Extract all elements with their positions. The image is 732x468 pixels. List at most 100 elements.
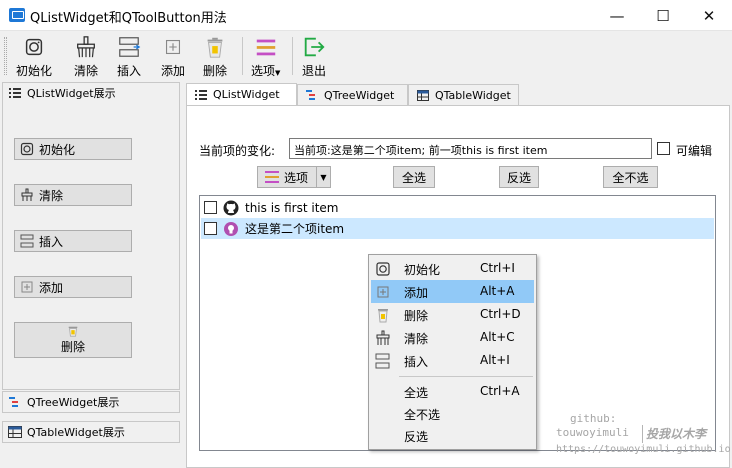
dock-tree-title-label: QTreeWidget展示: [27, 396, 120, 409]
toolbar-clear-button[interactable]: 清除: [73, 35, 99, 79]
menu-item-shortcut: Alt+I: [480, 353, 510, 367]
item-checkbox[interactable]: [204, 222, 217, 235]
toolbar-delete-button[interactable]: 删除: [202, 35, 228, 79]
menu-item-init[interactable]: 初始化 Ctrl+I: [371, 257, 534, 280]
add-icon: [165, 39, 181, 55]
init-icon: [20, 142, 34, 156]
menu-item-select-all[interactable]: 全选 Ctrl+A: [371, 380, 534, 403]
select-none-button[interactable]: 全不选: [603, 166, 658, 188]
toolbar-init-label: 初始化: [16, 64, 53, 78]
main-toolbar: 初始化 清除 插入 添加 删除 选项▼ 退出: [0, 31, 732, 81]
toolbar-add-button[interactable]: 添加: [160, 35, 186, 79]
toolbar-insert-label: 插入: [116, 64, 141, 78]
list-item-text: 这是第二个项item: [245, 222, 345, 236]
current-item-label: 当前项的变化:: [199, 144, 276, 158]
dock-table-title-label: QTableWidget展示: [27, 426, 125, 439]
delete-icon: [378, 309, 388, 323]
insert-icon: [119, 37, 141, 57]
tab-list-widget[interactable]: QListWidget: [186, 83, 297, 105]
menu-item-delete[interactable]: 删除 Ctrl+D: [371, 303, 534, 326]
dock-table-title[interactable]: QTableWidget展示: [2, 421, 180, 443]
watermark-line2: touwoyimuli: [556, 426, 629, 439]
toolbar-init-button[interactable]: 初始化: [16, 35, 52, 79]
menu-item-label: 全选: [404, 386, 429, 400]
toolbar-delete-label: 删除: [202, 64, 227, 78]
menu-item-label: 全不选: [404, 408, 441, 422]
table-icon: [417, 89, 429, 101]
current-item-field[interactable]: 当前项:这是第二个项item; 前一项this is first item: [289, 138, 652, 159]
menu-item-invert[interactable]: 反选: [371, 424, 534, 447]
list-icon: [195, 90, 207, 100]
toolbar-exit-button[interactable]: 退出: [301, 35, 327, 79]
tab-tree-widget[interactable]: QTreeWidget: [297, 84, 408, 105]
add-icon: [21, 281, 33, 293]
menu-item-label: 清除: [404, 332, 429, 346]
menu-item-label: 初始化: [404, 263, 441, 277]
clear-icon: [376, 330, 390, 345]
menu-item-shortcut: Alt+A: [480, 284, 515, 298]
list-item-text: this is first item: [245, 200, 339, 215]
init-icon: [25, 38, 43, 56]
toolbar-options-button[interactable]: 选项▼: [251, 35, 280, 79]
menu-item-shortcut: Ctrl+D: [480, 307, 521, 321]
context-menu: 初始化 Ctrl+I 添加 Alt+A 删除 Ctrl+D 清除 Alt+C 插…: [368, 254, 537, 450]
list-icon: [9, 88, 21, 98]
dock-delete-button[interactable]: 删除: [14, 322, 132, 358]
options-tool-button[interactable]: 选项 ▼: [257, 166, 331, 188]
menu-item-label: 删除: [404, 309, 429, 323]
close-button[interactable]: ✕: [686, 0, 732, 31]
watermark-line1: github:: [570, 412, 617, 425]
toolbar-grip[interactable]: [4, 37, 7, 75]
minimize-button[interactable]: —: [594, 0, 640, 31]
dock-list-title[interactable]: QListWidget展示: [2, 82, 180, 104]
dock-insert-button[interactable]: 插入: [14, 230, 132, 252]
toolbar-separator: [242, 37, 243, 75]
editable-label: 可编辑: [676, 144, 713, 158]
select-all-button[interactable]: 全选: [393, 166, 435, 188]
maximize-button[interactable]: ☐: [640, 0, 686, 31]
menu-item-shortcut: Alt+C: [480, 330, 515, 344]
dock-delete-label: 删除: [60, 340, 85, 354]
menu-item-clear[interactable]: 清除 Alt+C: [371, 326, 534, 349]
insert-icon: [20, 234, 34, 248]
watermark-signature: 投我以木李: [646, 427, 707, 441]
toolbar-insert-button[interactable]: 插入: [116, 35, 142, 79]
list-item[interactable]: 这是第二个项item: [201, 218, 714, 239]
delete-icon: [68, 326, 78, 337]
invert-selection-button[interactable]: 反选: [499, 166, 539, 188]
delete-icon: [207, 37, 223, 58]
tab-table-widget[interactable]: QTableWidget: [408, 84, 519, 105]
window-title: QListWidget和QToolButton用法: [30, 11, 227, 26]
clear-icon: [77, 36, 95, 58]
menu-item-add[interactable]: 添加 Alt+A: [371, 280, 534, 303]
menu-item-select-none[interactable]: 全不选: [371, 402, 534, 425]
options-icon: [256, 39, 275, 56]
editable-checkbox[interactable]: [657, 142, 670, 155]
item-checkbox[interactable]: [204, 201, 217, 214]
menu-item-label: 插入: [404, 355, 429, 369]
exit-icon: [304, 37, 325, 57]
dock-init-button[interactable]: 初始化: [14, 138, 132, 160]
toolbar-separator: [292, 37, 293, 75]
tree-icon: [9, 397, 18, 407]
github-purple-icon: [224, 221, 238, 236]
menu-item-label: 添加: [404, 286, 429, 300]
dock-list-body: 初始化 清除 插入 添加 删除: [2, 103, 180, 390]
options-icon: [265, 171, 279, 183]
list-item[interactable]: this is first item: [201, 197, 714, 218]
toolbar-clear-label: 清除: [73, 64, 98, 78]
dock-clear-button[interactable]: 清除: [14, 184, 132, 206]
menu-item-shortcut: Ctrl+A: [480, 384, 520, 398]
tab-list-label: QListWidget: [213, 88, 280, 101]
insert-icon: [375, 353, 390, 369]
watermark-line3: https://touwoyimuli.github.io: [556, 444, 731, 455]
options-dropdown-arrow[interactable]: ▼: [316, 167, 330, 187]
dock-add-button[interactable]: 添加: [14, 276, 132, 298]
dock-list-title-label: QListWidget展示: [27, 87, 116, 100]
menu-item-label: 反选: [404, 430, 429, 444]
menu-item-insert[interactable]: 插入 Alt+I: [371, 349, 534, 372]
table-icon: [8, 426, 22, 438]
tree-icon: [306, 89, 315, 100]
tab-table-label: QTableWidget: [435, 88, 511, 102]
dock-tree-title[interactable]: QTreeWidget展示: [2, 391, 180, 413]
